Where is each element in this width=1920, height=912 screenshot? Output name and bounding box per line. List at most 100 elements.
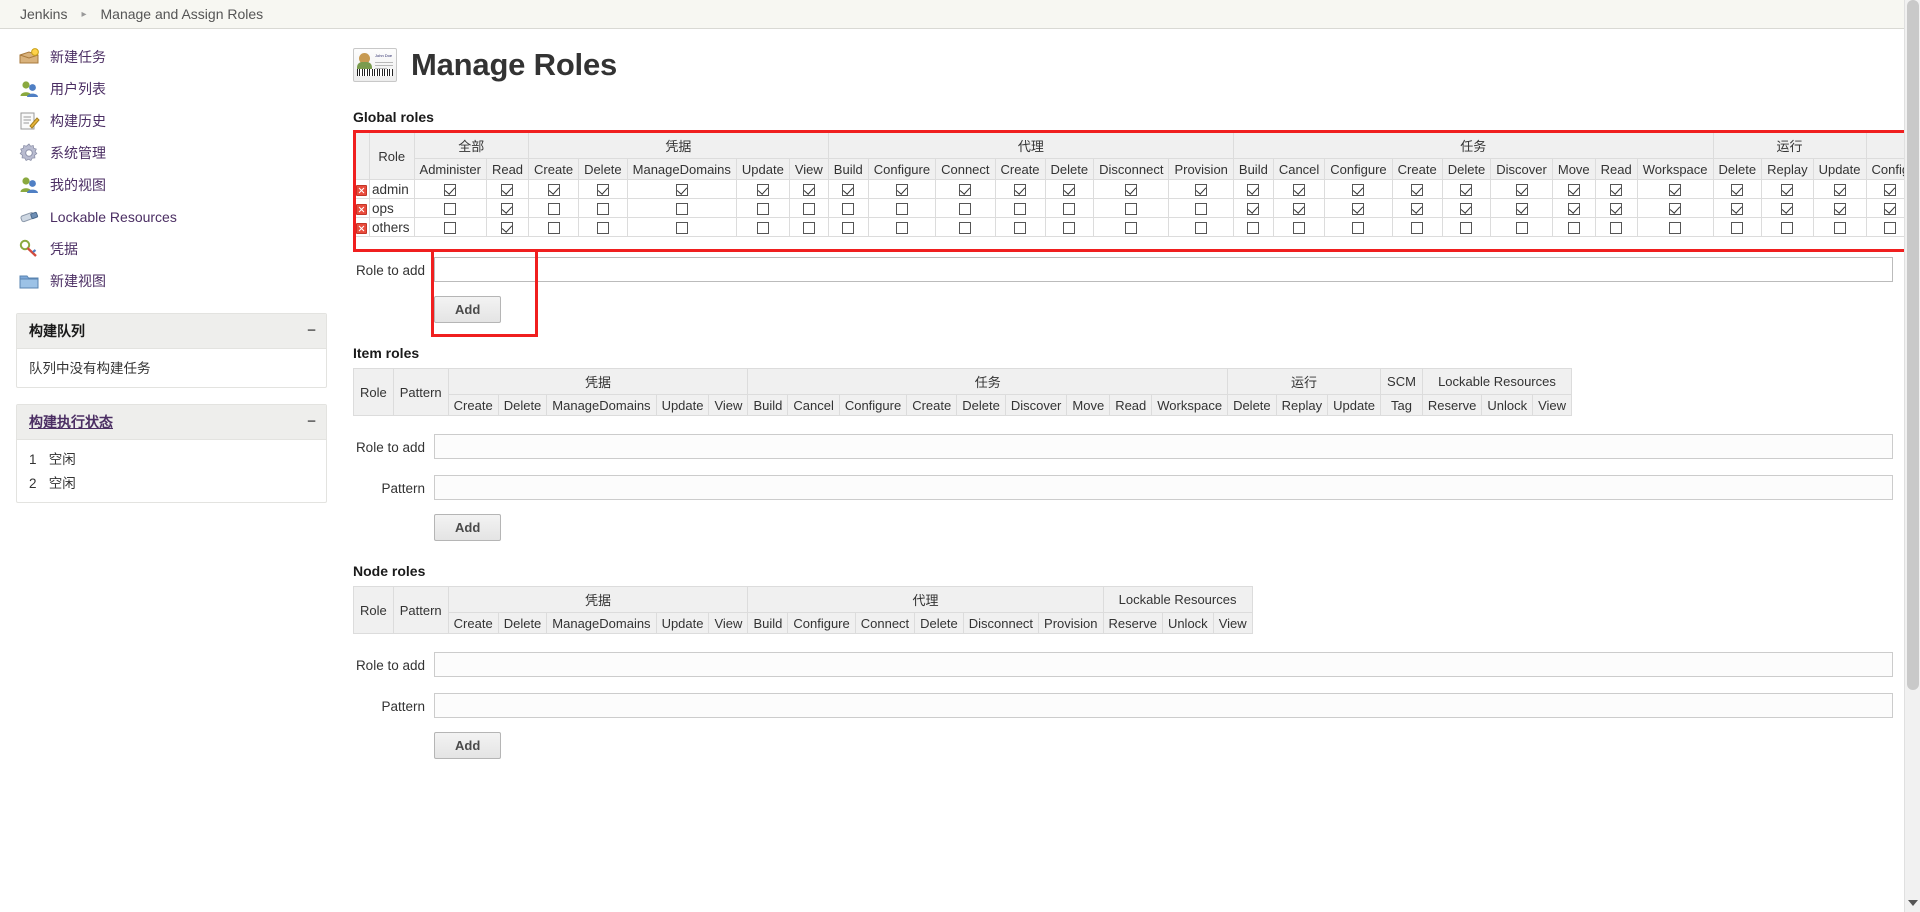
permission-checkbox[interactable] bbox=[1063, 203, 1075, 215]
permission-checkbox[interactable] bbox=[548, 203, 560, 215]
permission-checkbox[interactable] bbox=[842, 203, 854, 215]
page-scrollbar[interactable] bbox=[1904, 0, 1920, 912]
permission-checkbox[interactable] bbox=[1125, 184, 1137, 196]
item-pattern-input[interactable] bbox=[434, 475, 1893, 500]
permission-cell[interactable] bbox=[414, 218, 486, 237]
permission-checkbox[interactable] bbox=[1014, 222, 1026, 234]
permission-cell[interactable] bbox=[828, 218, 868, 237]
permission-checkbox[interactable] bbox=[1781, 222, 1793, 234]
permission-checkbox[interactable] bbox=[1669, 203, 1681, 215]
permission-cell[interactable] bbox=[1813, 199, 1866, 218]
collapse-icon[interactable]: − bbox=[307, 326, 316, 336]
permission-cell[interactable] bbox=[1273, 180, 1324, 199]
permission-cell[interactable] bbox=[736, 199, 789, 218]
permission-cell[interactable] bbox=[828, 180, 868, 199]
permission-checkbox[interactable] bbox=[1411, 184, 1423, 196]
permission-checkbox[interactable] bbox=[1781, 184, 1793, 196]
permission-cell[interactable] bbox=[414, 199, 486, 218]
permission-checkbox[interactable] bbox=[1516, 184, 1528, 196]
scroll-down-arrow-icon[interactable] bbox=[1908, 900, 1918, 906]
permission-cell[interactable] bbox=[1273, 218, 1324, 237]
permission-cell[interactable] bbox=[1094, 199, 1169, 218]
item-role-add-button[interactable]: Add bbox=[434, 514, 501, 541]
permission-checkbox[interactable] bbox=[1247, 184, 1259, 196]
permission-cell[interactable] bbox=[789, 218, 828, 237]
permission-checkbox[interactable] bbox=[1781, 203, 1793, 215]
permission-cell[interactable] bbox=[1813, 218, 1866, 237]
permission-cell[interactable] bbox=[1762, 218, 1813, 237]
sidebar-item-new-view[interactable]: 新建视图 bbox=[0, 265, 345, 297]
permission-checkbox[interactable] bbox=[501, 203, 513, 215]
permission-cell[interactable] bbox=[1045, 218, 1094, 237]
permission-cell[interactable] bbox=[1094, 180, 1169, 199]
global-role-add-button[interactable]: Add bbox=[434, 296, 501, 323]
permission-checkbox[interactable] bbox=[548, 222, 560, 234]
permission-cell[interactable] bbox=[1491, 180, 1553, 199]
permission-cell[interactable] bbox=[1552, 218, 1595, 237]
permission-cell[interactable] bbox=[1813, 180, 1866, 199]
permission-checkbox[interactable] bbox=[757, 222, 769, 234]
permission-cell[interactable] bbox=[1442, 218, 1491, 237]
permission-checkbox[interactable] bbox=[1411, 222, 1423, 234]
permission-checkbox[interactable] bbox=[1195, 184, 1207, 196]
delete-icon[interactable] bbox=[356, 223, 367, 234]
permission-cell[interactable] bbox=[486, 180, 528, 199]
permission-checkbox[interactable] bbox=[1411, 203, 1423, 215]
permission-cell[interactable] bbox=[1637, 199, 1713, 218]
permission-checkbox[interactable] bbox=[1125, 203, 1137, 215]
permission-cell[interactable] bbox=[1094, 218, 1169, 237]
scrollbar-thumb[interactable] bbox=[1907, 0, 1919, 690]
permission-cell[interactable] bbox=[529, 180, 579, 199]
permission-checkbox[interactable] bbox=[1834, 222, 1846, 234]
permission-cell[interactable] bbox=[1169, 218, 1233, 237]
permission-checkbox[interactable] bbox=[896, 203, 908, 215]
permission-checkbox[interactable] bbox=[803, 222, 815, 234]
permission-checkbox[interactable] bbox=[757, 203, 769, 215]
permission-checkbox[interactable] bbox=[1063, 222, 1075, 234]
permission-checkbox[interactable] bbox=[1247, 203, 1259, 215]
permission-checkbox[interactable] bbox=[1731, 222, 1743, 234]
permission-cell[interactable] bbox=[1325, 218, 1392, 237]
permission-checkbox[interactable] bbox=[1195, 203, 1207, 215]
permission-cell[interactable] bbox=[995, 180, 1045, 199]
permission-cell[interactable] bbox=[1392, 218, 1442, 237]
permission-cell[interactable] bbox=[1713, 199, 1762, 218]
permission-checkbox[interactable] bbox=[1014, 203, 1026, 215]
permission-checkbox[interactable] bbox=[1568, 203, 1580, 215]
permission-checkbox[interactable] bbox=[959, 184, 971, 196]
sidebar-item-my-views[interactable]: 我的视图 bbox=[0, 169, 345, 201]
permission-cell[interactable] bbox=[529, 199, 579, 218]
permission-checkbox[interactable] bbox=[501, 222, 513, 234]
permission-cell[interactable] bbox=[1325, 180, 1392, 199]
delete-role-cell[interactable] bbox=[354, 180, 370, 199]
permission-checkbox[interactable] bbox=[1352, 184, 1364, 196]
permission-checkbox[interactable] bbox=[1731, 184, 1743, 196]
permission-checkbox[interactable] bbox=[1884, 222, 1896, 234]
permission-cell[interactable] bbox=[995, 199, 1045, 218]
permission-cell[interactable] bbox=[1595, 218, 1637, 237]
permission-checkbox[interactable] bbox=[676, 222, 688, 234]
permission-cell[interactable] bbox=[1392, 199, 1442, 218]
collapse-icon[interactable]: − bbox=[307, 417, 316, 427]
permission-cell[interactable] bbox=[414, 180, 486, 199]
permission-checkbox[interactable] bbox=[676, 184, 688, 196]
permission-cell[interactable] bbox=[1169, 199, 1233, 218]
permission-cell[interactable] bbox=[1595, 199, 1637, 218]
permission-cell[interactable] bbox=[1637, 218, 1713, 237]
node-role-add-button[interactable]: Add bbox=[434, 732, 501, 759]
permission-cell[interactable] bbox=[579, 218, 628, 237]
permission-cell[interactable] bbox=[1762, 180, 1813, 199]
permission-checkbox[interactable] bbox=[444, 184, 456, 196]
permission-checkbox[interactable] bbox=[1293, 184, 1305, 196]
sidebar-item-user-list[interactable]: 用户列表 bbox=[0, 73, 345, 105]
permission-checkbox[interactable] bbox=[1063, 184, 1075, 196]
permission-cell[interactable] bbox=[995, 218, 1045, 237]
permission-cell[interactable] bbox=[1045, 180, 1094, 199]
permission-cell[interactable] bbox=[486, 218, 528, 237]
permission-cell[interactable] bbox=[1713, 218, 1762, 237]
permission-checkbox[interactable] bbox=[1568, 184, 1580, 196]
permission-cell[interactable] bbox=[1552, 180, 1595, 199]
permission-checkbox[interactable] bbox=[896, 222, 908, 234]
permission-checkbox[interactable] bbox=[1247, 222, 1259, 234]
permission-checkbox[interactable] bbox=[1293, 203, 1305, 215]
